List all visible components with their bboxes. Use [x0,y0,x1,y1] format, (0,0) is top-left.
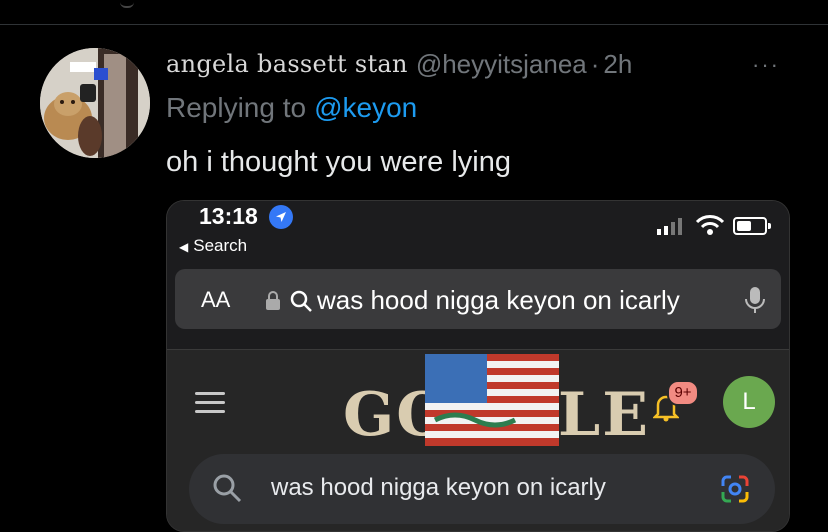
divider [0,24,828,25]
microphone-icon [745,287,765,313]
back-triangle-icon: ◀ [179,240,189,254]
replying-to-line: Replying to @keyon [166,92,417,124]
hamburger-menu-icon [195,392,225,419]
google-search-box: was hood nigga keyon on icarly [189,454,775,524]
tweet-text: oh i thought you were lying [166,146,511,178]
american-flag-icon [425,354,559,446]
previous-tweet-connector [120,0,134,8]
separator-dot: · [590,48,600,79]
search-icon [290,290,312,312]
location-arrow-icon [269,205,293,229]
user-handle[interactable]: @heyyitsjanea [416,49,587,80]
back-to-search: ◀ Search [179,236,247,256]
avatar[interactable] [40,48,150,158]
attached-screenshot[interactable]: 13:18 ◀ Search AA was hood nigga keyon on… [166,200,790,532]
display-name[interactable]: angela bassett stan [166,50,408,78]
browser-url-bar: AA was hood nigga keyon on icarly [175,269,781,329]
google-search-query: was hood nigga keyon on icarly [271,474,606,501]
google-lens-icon [721,475,749,503]
reader-aa-button: AA [201,287,231,312]
notification-badge: 9+ [667,380,699,406]
timestamp[interactable]: 2h [603,49,632,80]
battery-icon [733,217,771,235]
replying-to-label: Replying to [166,92,307,123]
status-time: 13:18 [199,203,258,229]
account-avatar: L [723,376,775,428]
phone-status-bar: 13:18 ◀ Search [167,201,789,266]
google-search-icon [213,474,242,503]
url-bar-query: was hood nigga keyon on icarly [317,285,680,315]
google-doodle-logo: GOOGLE [343,350,648,450]
more-options-icon[interactable]: ··· [752,52,780,78]
back-label: Search [193,236,248,255]
replying-to-mention[interactable]: @keyon [314,92,417,123]
google-page: GOOGLE 9+ L was hood nigga keyon on icar… [167,349,789,531]
cellular-signal-icon [657,218,682,235]
wifi-icon [695,215,725,235]
lock-icon [266,291,280,310]
